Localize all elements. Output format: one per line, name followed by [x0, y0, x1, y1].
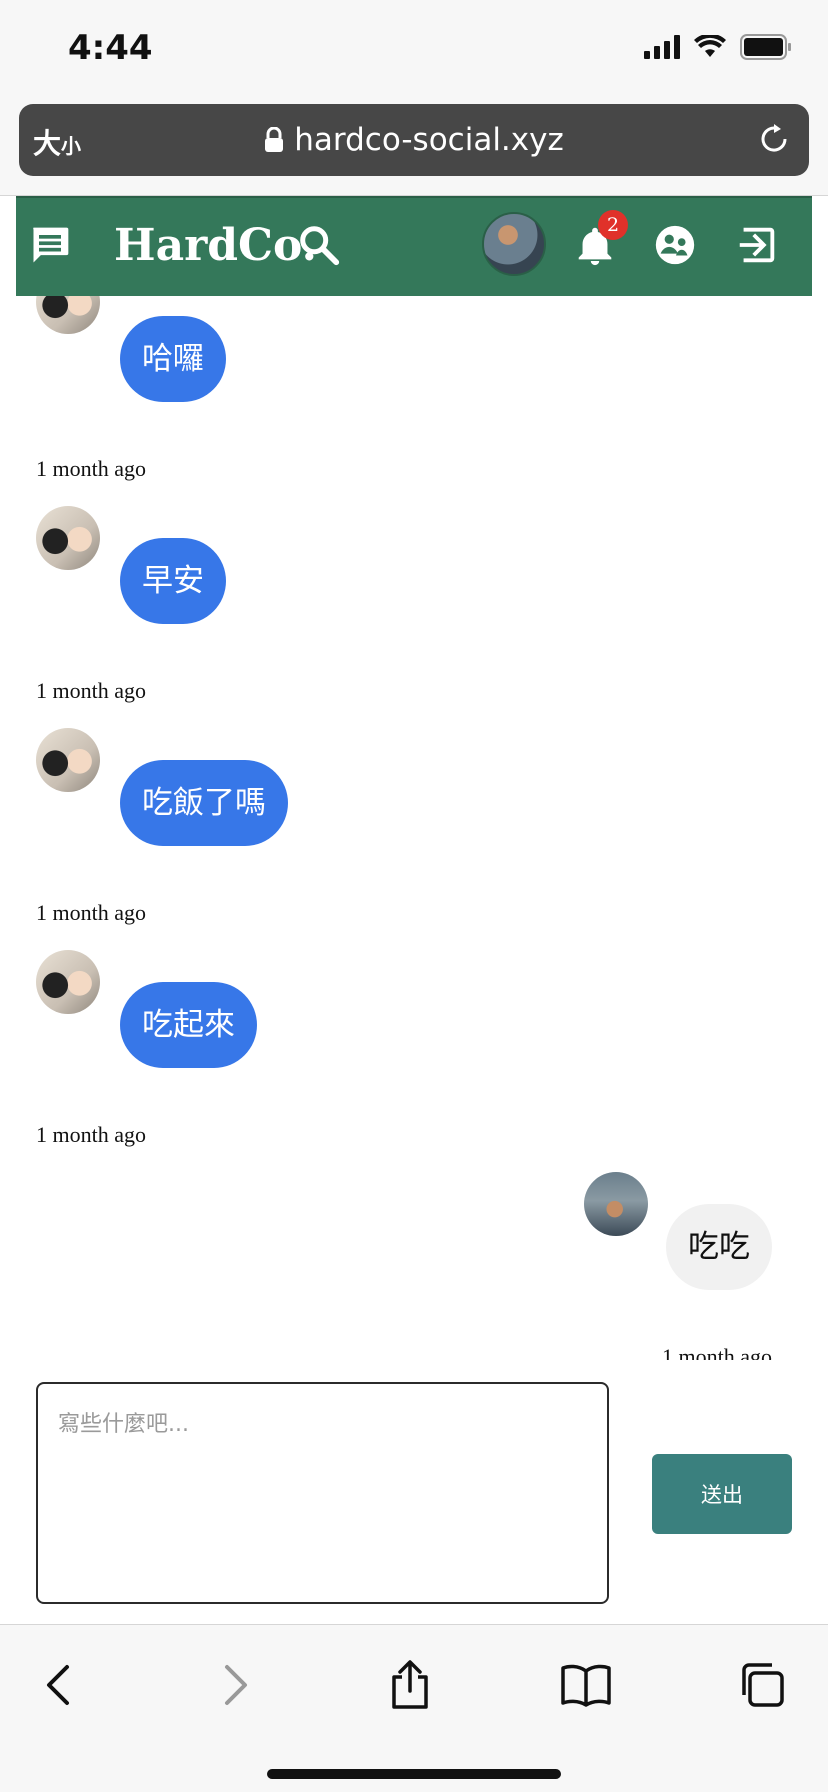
- bookmarks-icon[interactable]: [556, 1655, 616, 1715]
- message-input[interactable]: [36, 1382, 609, 1604]
- status-time: 4:44: [68, 28, 153, 68]
- page: 4:44 大小 hardco-social.xyz HardCo. 2 哈囉 1…: [0, 0, 828, 1792]
- sender-avatar[interactable]: [36, 950, 100, 1014]
- message-timestamp: 1 month ago: [36, 1122, 146, 1147]
- battery-icon: [740, 34, 792, 64]
- back-icon[interactable]: [28, 1655, 88, 1715]
- message-timestamp: 1 month ago: [36, 900, 146, 925]
- signal-icon: [644, 35, 680, 63]
- logout-icon[interactable]: [734, 222, 780, 272]
- wifi-icon: [694, 33, 726, 63]
- tabs-icon[interactable]: [732, 1655, 792, 1715]
- chat-icon[interactable]: [28, 224, 72, 272]
- message-timestamp: 1 month ago: [36, 678, 146, 703]
- message-bubble: 吃飯了嗎: [120, 760, 288, 846]
- forward-icon[interactable]: [206, 1655, 266, 1715]
- brand-logo[interactable]: HardCo.: [114, 220, 317, 271]
- share-icon[interactable]: [380, 1655, 440, 1715]
- message-bubble: 早安: [120, 538, 226, 624]
- sender-avatar[interactable]: [36, 296, 100, 334]
- user-avatar[interactable]: [482, 212, 546, 276]
- status-icons: [644, 33, 792, 64]
- reload-icon[interactable]: [757, 122, 791, 160]
- notification-badge: 2: [598, 210, 628, 240]
- message-timestamp: 1 month ago: [662, 1344, 772, 1360]
- app-navbar: HardCo. 2: [16, 196, 812, 296]
- message-bubble: 哈囉: [120, 316, 226, 402]
- home-indicator: [267, 1769, 561, 1779]
- send-button[interactable]: 送出: [652, 1454, 792, 1534]
- browser-toolbar: [0, 1624, 828, 1792]
- groups-icon[interactable]: [652, 222, 698, 272]
- message-bubble: 吃起來: [120, 982, 257, 1068]
- search-icon[interactable]: [296, 222, 342, 272]
- url-text: hardco-social.xyz: [19, 122, 809, 161]
- message-list[interactable]: 哈囉 1 month ago 早安 1 month ago 吃飯了嗎 1 mon…: [0, 296, 828, 1360]
- browser-top-chrome: 4:44 大小 hardco-social.xyz: [0, 0, 828, 196]
- url-bar[interactable]: 大小 hardco-social.xyz: [19, 104, 809, 176]
- message-bubble-own: 吃吃: [666, 1204, 772, 1290]
- message-timestamp: 1 month ago: [36, 456, 146, 481]
- lock-icon: [264, 125, 284, 161]
- sender-avatar[interactable]: [36, 506, 100, 570]
- sender-avatar[interactable]: [36, 728, 100, 792]
- own-avatar[interactable]: [584, 1172, 648, 1236]
